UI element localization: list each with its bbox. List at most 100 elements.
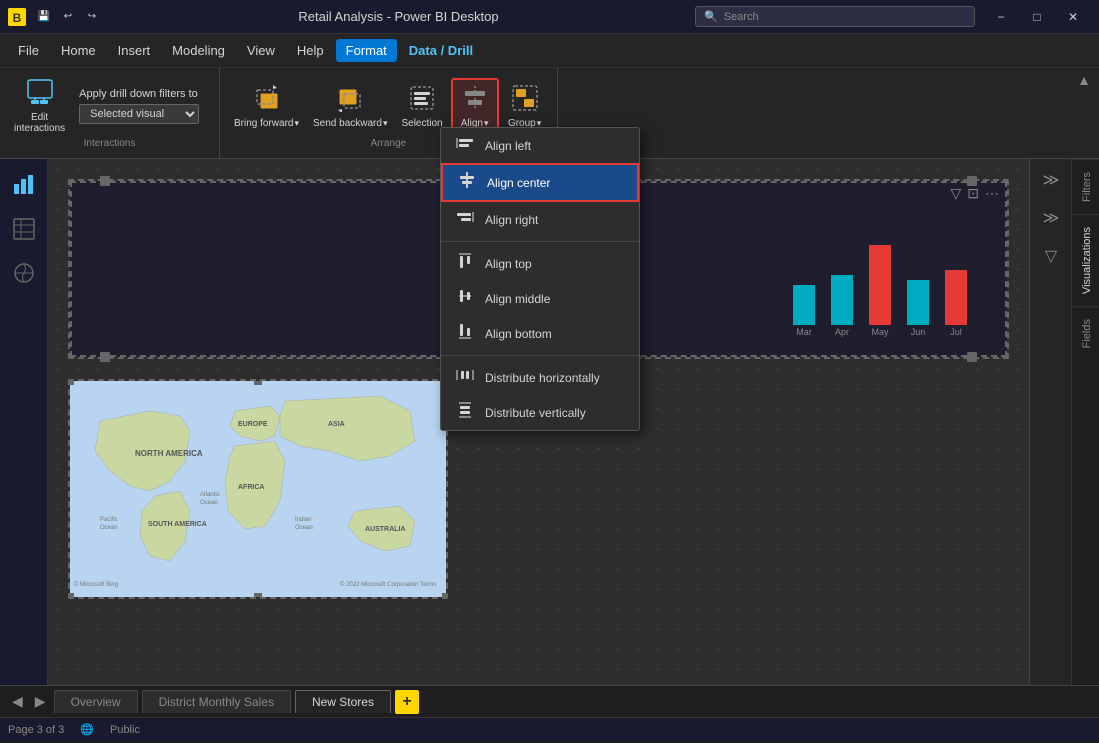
minimize-button[interactable]: − xyxy=(983,0,1019,34)
send-backward-icon xyxy=(336,84,364,116)
bar-label-may: May xyxy=(871,327,888,337)
menu-data-drill[interactable]: Data / Drill xyxy=(399,39,483,62)
menu-home[interactable]: Home xyxy=(51,39,106,62)
app-icon: B xyxy=(8,8,26,26)
align-middle-item[interactable]: Align middle xyxy=(441,281,639,316)
save-button[interactable]: 💾 xyxy=(34,7,54,27)
menu-bar: File Home Insert Modeling View Help Form… xyxy=(0,34,1099,68)
distribute-v-icon xyxy=(455,402,475,423)
bar-label-jun: Jun xyxy=(911,327,926,337)
distribute-horizontally-item[interactable]: Distribute horizontally xyxy=(441,360,639,395)
svg-text:AFRICA: AFRICA xyxy=(238,484,264,491)
align-center-item[interactable]: Align center xyxy=(441,163,639,202)
bottom-tabs: ◀ ▶ Overview District Monthly Sales New … xyxy=(0,685,1099,717)
distribute-vertically-item[interactable]: Distribute vertically xyxy=(441,395,639,430)
align-left-label: Align left xyxy=(485,139,531,153)
vtab-visualizations[interactable]: Visualizations xyxy=(1072,214,1099,306)
send-backward-chevron: ▾ xyxy=(383,118,388,129)
bring-forward-button[interactable]: Bring forward ▾ xyxy=(228,80,305,133)
align-left-item[interactable]: Align left xyxy=(441,128,639,163)
svg-text:B: B xyxy=(13,11,22,25)
visual-select[interactable]: Selected visual xyxy=(79,104,199,124)
maximize-button[interactable]: □ xyxy=(1019,0,1055,34)
sidebar-icon-map[interactable] xyxy=(6,255,42,291)
interactions-group: Editinteractions Apply drill down filter… xyxy=(0,68,220,158)
close-button[interactable]: ✕ xyxy=(1055,0,1091,34)
menu-view[interactable]: View xyxy=(237,39,285,62)
search-placeholder: Search xyxy=(724,11,759,23)
undo-redo-controls: 💾 ↩ ↪ xyxy=(34,7,102,27)
tab-district-monthly[interactable]: District Monthly Sales xyxy=(142,690,291,713)
selection-label: Selection xyxy=(401,118,442,129)
align-bottom-label: Align bottom xyxy=(485,327,552,341)
expand-icon[interactable]: ⊡ xyxy=(967,185,979,202)
align-center-label: Align center xyxy=(487,176,550,190)
svg-text:AUSTRALIA: AUSTRALIA xyxy=(365,526,405,533)
align-bottom-item[interactable]: Align bottom xyxy=(441,316,639,351)
filter-panel-icon[interactable]: ▽ xyxy=(1034,239,1068,273)
svg-text:Ocean: Ocean xyxy=(200,500,218,506)
bring-forward-label: Bring forward xyxy=(234,118,293,129)
tab-new-stores[interactable]: New Stores xyxy=(295,690,391,713)
filter-icon[interactable]: ▽ xyxy=(950,185,961,202)
prev-page-button[interactable]: ◀ xyxy=(8,693,27,710)
title-bar: B 💾 ↩ ↪ Retail Analysis - Power BI Deskt… xyxy=(0,0,1099,34)
edit-interactions-icon xyxy=(26,78,54,110)
chart-toolbar: ▽ ⊡ ⋯ xyxy=(950,185,999,202)
svg-text:EUROPE: EUROPE xyxy=(238,421,268,428)
visibility-icon: 🌐 xyxy=(80,723,94,736)
bring-forward-chevron: ▾ xyxy=(294,118,299,129)
edit-interactions-button[interactable]: Editinteractions xyxy=(8,74,71,138)
page-status: Page 3 of 3 xyxy=(8,724,64,736)
distribute-v-label: Distribute vertically xyxy=(485,406,586,420)
align-button[interactable]: Align ▾ xyxy=(451,78,499,135)
svg-text:Ocean: Ocean xyxy=(295,525,313,531)
menu-file[interactable]: File xyxy=(8,39,49,62)
align-right-label: Align right xyxy=(485,213,538,227)
align-bottom-icon xyxy=(455,323,475,344)
vtab-filters[interactable]: Filters xyxy=(1072,159,1099,214)
align-center-icon xyxy=(457,172,477,193)
menu-insert[interactable]: Insert xyxy=(108,39,161,62)
group-button[interactable]: Group ▾ xyxy=(501,80,549,133)
ribbon-collapse-button[interactable]: ▲ xyxy=(1069,68,1099,158)
search-bar[interactable]: 🔍 Search xyxy=(695,6,975,27)
apply-drill-label: Apply drill down filters to xyxy=(79,88,199,100)
divider-1 xyxy=(441,241,639,242)
more-icon[interactable]: ⋯ xyxy=(985,185,999,202)
search-icon: 🔍 xyxy=(704,10,718,23)
redo-button[interactable]: ↪ xyxy=(82,7,102,27)
align-left-icon xyxy=(455,135,475,156)
menu-help[interactable]: Help xyxy=(287,39,334,62)
menu-modeling[interactable]: Modeling xyxy=(162,39,235,62)
group-icon xyxy=(511,84,539,116)
svg-text:SOUTH AMERICA: SOUTH AMERICA xyxy=(148,521,207,528)
align-top-item[interactable]: Align top xyxy=(441,246,639,281)
undo-button[interactable]: ↩ xyxy=(58,7,78,27)
sidebar-icon-table[interactable] xyxy=(6,211,42,247)
edit-interactions-label: Editinteractions xyxy=(14,112,65,134)
collapse-icon-2[interactable]: ≫ xyxy=(1034,201,1068,235)
vertical-tabs: Filters Visualizations Fields xyxy=(1071,159,1099,685)
add-page-button[interactable]: + xyxy=(395,690,419,714)
svg-text:NORTH AMERICA: NORTH AMERICA xyxy=(135,449,203,458)
sidebar-icon-chart[interactable] xyxy=(6,167,42,203)
selection-button[interactable]: Selection xyxy=(395,80,448,133)
tab-overview[interactable]: Overview xyxy=(54,690,138,713)
next-page-button[interactable]: ▶ xyxy=(31,693,50,710)
bar-label-mar: Mar xyxy=(796,327,812,337)
map-widget[interactable]: This Year Sales by City and Chain ▽ ⊡ ⋯ xyxy=(68,379,448,599)
align-middle-label: Align middle xyxy=(485,292,550,306)
vtab-fields[interactable]: Fields xyxy=(1072,306,1099,360)
menu-format[interactable]: Format xyxy=(336,39,397,62)
align-right-item[interactable]: Align right xyxy=(441,202,639,237)
bar-label-jul: Jul xyxy=(950,327,962,337)
collapse-right-icon[interactable]: ≫ xyxy=(1034,163,1068,197)
svg-text:Indian: Indian xyxy=(295,517,311,523)
align-top-label: Align top xyxy=(485,257,532,271)
bar-label-apr: Apr xyxy=(835,327,849,337)
send-backward-button[interactable]: Send backward ▾ xyxy=(307,80,393,133)
svg-text:Pacific: Pacific xyxy=(100,517,118,523)
align-icon xyxy=(461,84,489,116)
divider-2 xyxy=(441,355,639,356)
